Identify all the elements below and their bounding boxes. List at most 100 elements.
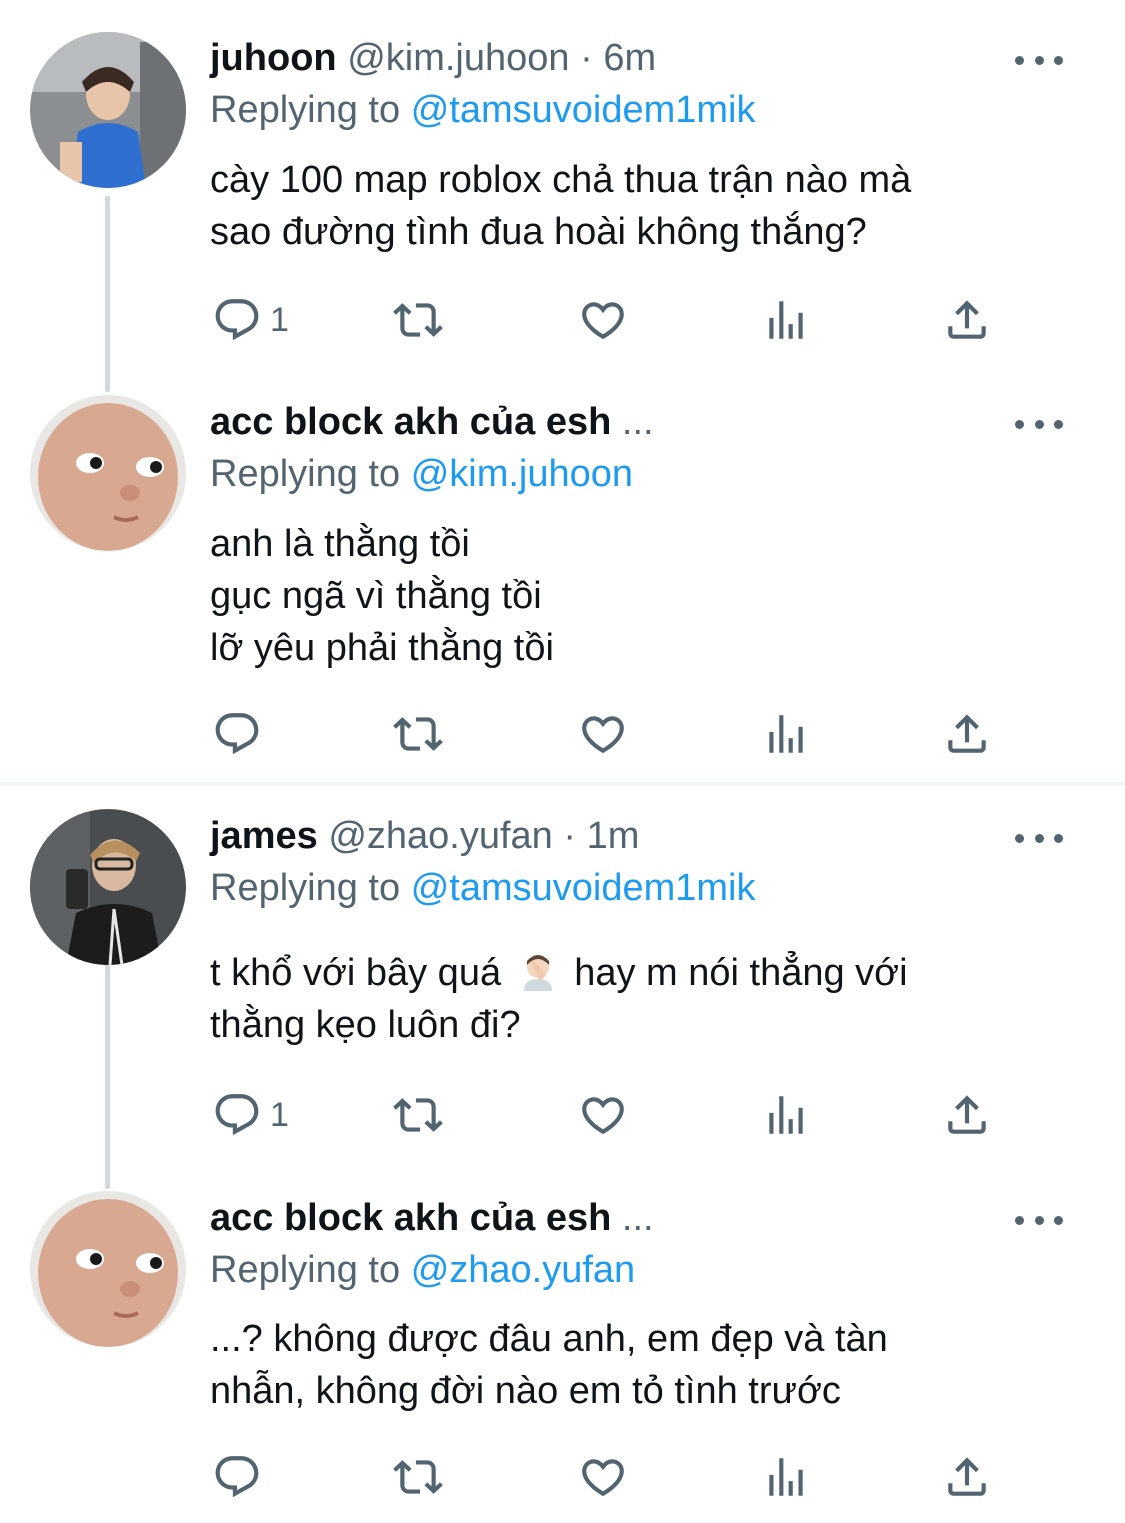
reply-count: 1 — [270, 300, 289, 339]
thread-1: juhoon @kim.juhoon · 6m Replying to @tam… — [0, 0, 1125, 783]
like-button[interactable] — [578, 704, 628, 764]
display-name[interactable]: acc block akh của esh — [210, 401, 611, 443]
reply-button[interactable] — [212, 1447, 270, 1507]
tweet-header: acc block akh của esh ... — [210, 396, 1095, 448]
separator-dot: · — [563, 815, 577, 857]
tweet-header: juhoon @kim.juhoon · 6m — [210, 32, 1095, 84]
replying-prefix: Replying to — [210, 453, 401, 495]
tweet-header: acc block akh của esh ... — [210, 1192, 1095, 1244]
person-facepalming-emoji — [523, 955, 552, 991]
retweet-icon — [393, 295, 443, 345]
tweet-text-line: nhẫn, không đời nào em tỏ tình trước — [210, 1370, 841, 1412]
tweet-text-line: thằng kẹo luôn đi? — [210, 1004, 521, 1046]
share-button[interactable] — [942, 290, 992, 350]
replying-prefix: Replying to — [210, 89, 401, 131]
tweet-text-line: gục ngã vì thằng tồi — [210, 575, 542, 617]
retweet-button[interactable] — [393, 1085, 443, 1145]
tweet-text-line: cày 100 map roblox chả thua trận nào mà — [210, 159, 912, 201]
timestamp[interactable]: 1m — [587, 815, 640, 857]
more-icon[interactable] — [1015, 410, 1063, 438]
tweet-text-line: anh là thằng tồi — [210, 523, 470, 565]
tweet-acc-block-1[interactable]: acc block akh của esh ... Replying to @k… — [0, 392, 1125, 782]
tweet-header: james @zhao.yufan · 1m — [210, 810, 1095, 862]
views-icon — [761, 1090, 811, 1140]
thread-connector — [105, 965, 110, 1189]
display-name[interactable]: james — [210, 815, 318, 857]
display-name[interactable]: juhoon — [210, 37, 337, 79]
avatar-juhoon[interactable] — [30, 32, 186, 188]
views-icon — [761, 295, 811, 345]
tweet-juhoon[interactable]: juhoon @kim.juhoon · 6m Replying to @tam… — [0, 0, 1125, 392]
reply-icon — [212, 709, 262, 759]
timestamp[interactable]: 6m — [603, 37, 656, 79]
reply-target-link[interactable]: @tamsuvoidem1mik — [411, 867, 756, 909]
share-icon — [942, 1090, 992, 1140]
user-handle[interactable]: @zhao.yufan — [328, 815, 553, 857]
retweet-icon — [393, 1452, 443, 1502]
reply-target-link[interactable]: @kim.juhoon — [411, 453, 633, 495]
share-icon — [942, 709, 992, 759]
like-icon — [578, 1090, 628, 1140]
retweet-icon — [393, 1090, 443, 1140]
reply-icon — [212, 1452, 262, 1502]
more-icon[interactable] — [1015, 46, 1063, 74]
like-button[interactable] — [578, 1447, 628, 1507]
action-bar — [210, 704, 1010, 764]
more-icon[interactable] — [1015, 1206, 1063, 1234]
retweet-button[interactable] — [393, 290, 443, 350]
truncation-ellipsis: ... — [621, 401, 654, 443]
truncation-ellipsis: ... — [621, 1197, 654, 1239]
replying-prefix: Replying to — [210, 867, 401, 909]
replying-to: Replying to @kim.juhoon — [210, 448, 633, 500]
replying-to: Replying to @tamsuvoidem1mik — [210, 84, 755, 136]
share-button[interactable] — [942, 704, 992, 764]
action-bar: 1 — [210, 1085, 1010, 1145]
views-icon — [761, 709, 811, 759]
like-button[interactable] — [578, 290, 628, 350]
like-button[interactable] — [578, 1085, 628, 1145]
tweet-text-fragment: hay m nói thẳng với — [574, 952, 908, 994]
retweet-button[interactable] — [393, 1447, 443, 1507]
tweet-text-fragment: t khổ với bây quá — [210, 952, 502, 994]
tweet-text-line: ...? không được đâu anh, em đẹp và tàn — [210, 1318, 888, 1360]
views-button[interactable] — [761, 1447, 811, 1507]
retweet-icon — [393, 709, 443, 759]
tweet-acc-block-2[interactable]: acc block akh của esh ... Replying to @z… — [0, 1189, 1125, 1523]
reply-icon — [212, 295, 262, 345]
reply-target-link[interactable]: @tamsuvoidem1mik — [411, 89, 756, 131]
views-button[interactable] — [761, 1085, 811, 1145]
retweet-button[interactable] — [393, 704, 443, 764]
views-button[interactable] — [761, 704, 811, 764]
user-handle[interactable]: @kim.juhoon — [347, 37, 569, 79]
action-bar: 1 — [210, 290, 1010, 350]
tweet-text-line: t khổ với bây quá hay m nói thẳng với — [210, 947, 1085, 999]
tweet-text: anh là thằng tồi gục ngã vì thằng tồi lỡ… — [210, 518, 1085, 674]
reply-button[interactable]: 1 — [212, 290, 289, 350]
replying-to: Replying to @zhao.yufan — [210, 1244, 635, 1296]
views-icon — [761, 1452, 811, 1502]
tweet-text: cày 100 map roblox chả thua trận nào mà … — [210, 154, 1085, 258]
like-icon — [578, 709, 628, 759]
tweet-james[interactable]: james @zhao.yufan · 1m Replying to @tams… — [0, 785, 1125, 1189]
avatar-james[interactable] — [30, 809, 186, 965]
reply-icon — [212, 1090, 262, 1140]
avatar-baby-face[interactable] — [30, 395, 186, 551]
thread-connector — [105, 196, 110, 392]
replying-prefix: Replying to — [210, 1249, 401, 1291]
action-bar — [210, 1447, 1010, 1507]
tweet-text-line: lỡ yêu phải thằng tồi — [210, 627, 554, 669]
share-icon — [942, 1452, 992, 1502]
reply-target-link[interactable]: @zhao.yufan — [411, 1249, 636, 1291]
replying-to: Replying to @tamsuvoidem1mik — [210, 862, 755, 914]
share-icon — [942, 295, 992, 345]
reply-button[interactable] — [212, 704, 270, 764]
share-button[interactable] — [942, 1085, 992, 1145]
views-button[interactable] — [761, 290, 811, 350]
more-icon[interactable] — [1015, 824, 1063, 852]
display-name[interactable]: acc block akh của esh — [210, 1197, 611, 1239]
share-button[interactable] — [942, 1447, 992, 1507]
separator-dot: · — [580, 37, 593, 79]
reply-button[interactable]: 1 — [212, 1085, 289, 1145]
avatar-baby-face[interactable] — [30, 1191, 186, 1347]
tweet-text-line: sao đường tình đua hoài không thắng? — [210, 211, 867, 253]
